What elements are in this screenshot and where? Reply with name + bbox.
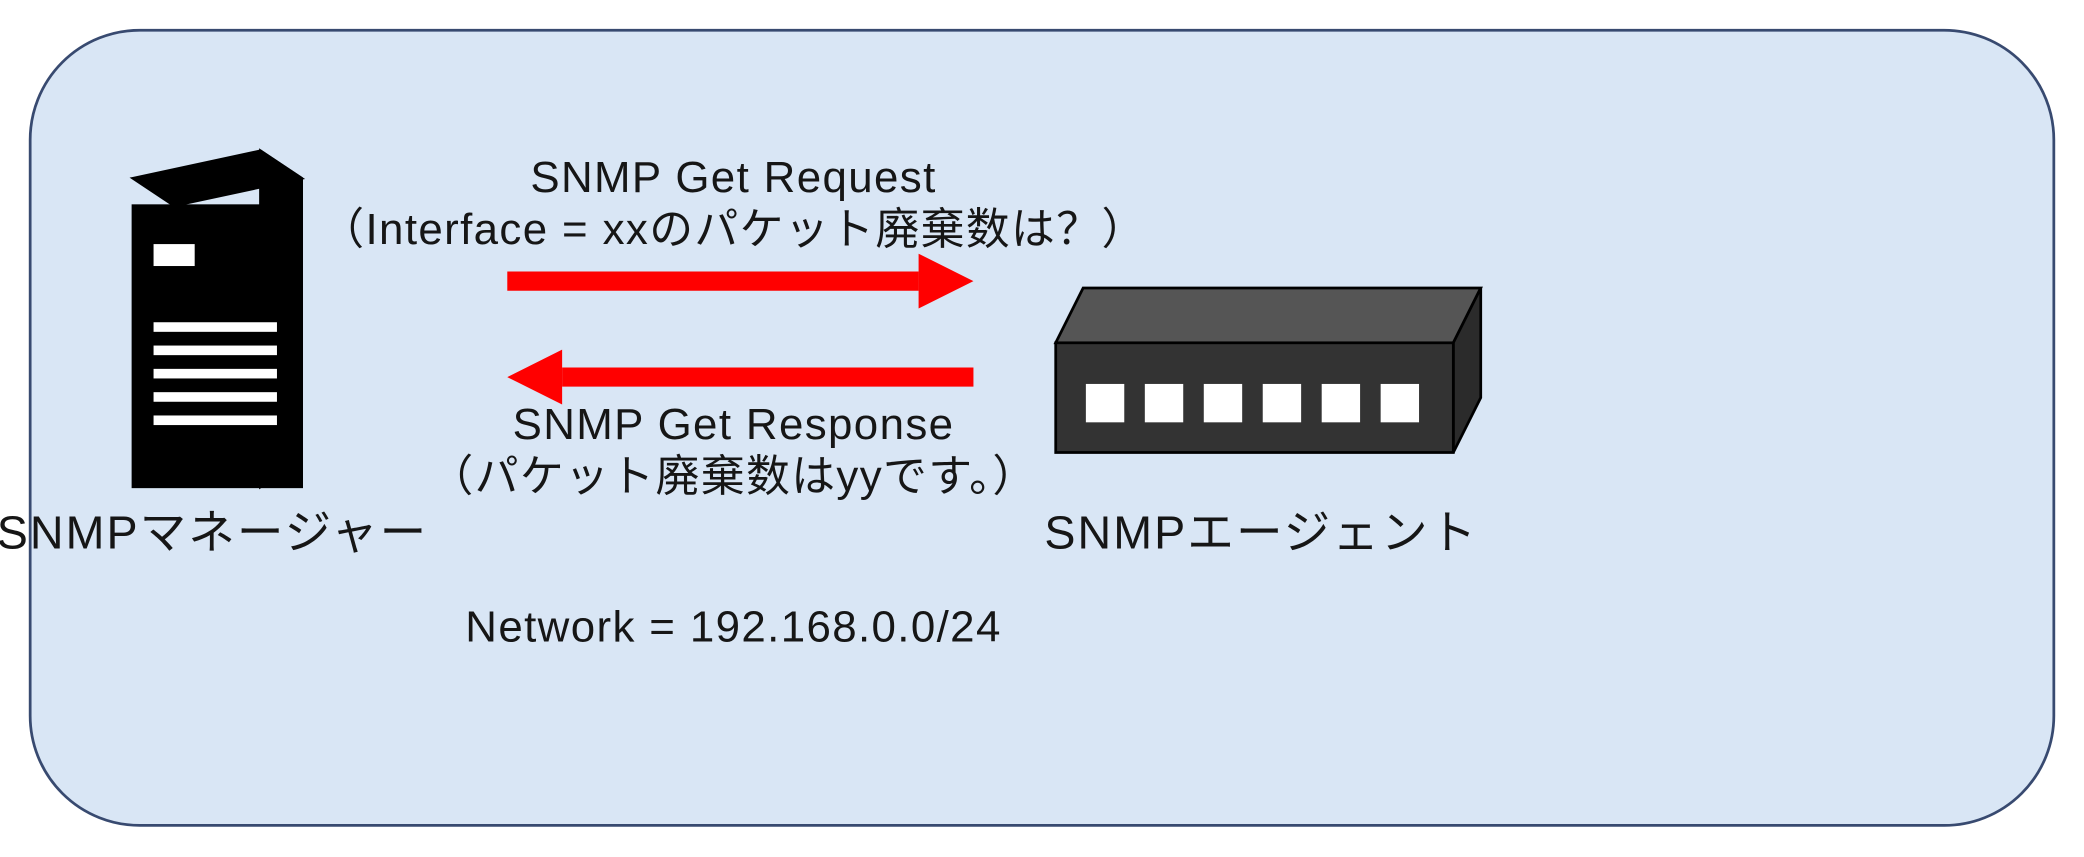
switch-icon: [1056, 288, 1481, 453]
snmp-diagram: SNMPマネージャー SNMPエージェント SNMP Get Request （…: [0, 0, 2084, 857]
response-detail: （パケット廃棄数はyyです。）: [429, 452, 1037, 501]
agent-label: SNMPエージェント: [1044, 506, 1478, 558]
manager-label: SNMPマネージャー: [0, 506, 428, 558]
request-detail: （Interface = xxのパケット廃棄数は？）: [320, 205, 1146, 254]
network-label: Network = 192.168.0.0/24: [465, 603, 1001, 652]
response-title: SNMP Get Response: [513, 400, 955, 449]
request-title: SNMP Get Request: [530, 153, 936, 202]
network-panel: [30, 30, 2054, 825]
